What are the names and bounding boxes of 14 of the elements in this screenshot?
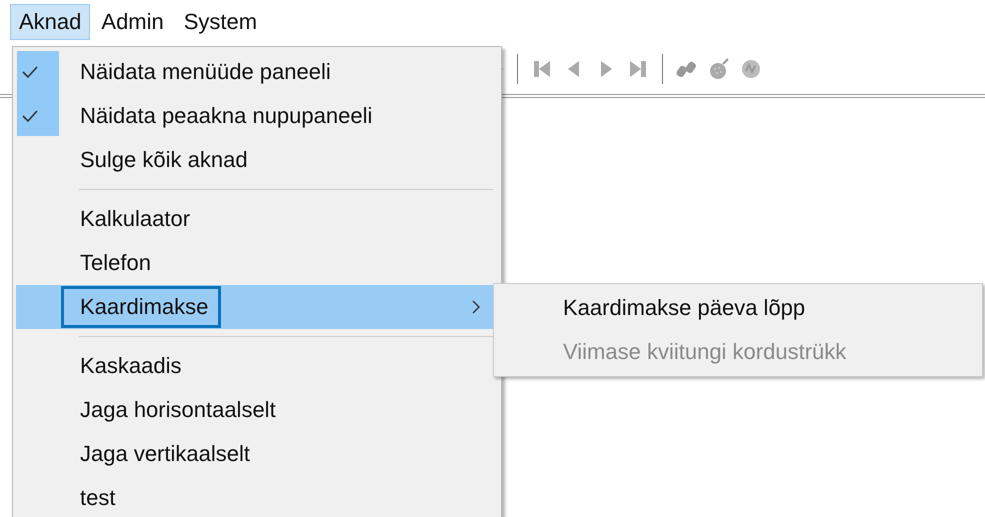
menu-item[interactable]: Sulge kõik aknad (16, 138, 493, 182)
menu-item[interactable]: Jaga horisontaalselt (16, 388, 493, 432)
menu-bar-item[interactable]: System (174, 4, 266, 40)
menu-item[interactable]: test (16, 476, 493, 517)
menu-item[interactable]: Kaardimakse (16, 285, 493, 329)
menu-bar-item[interactable]: Aknad (10, 4, 90, 40)
menu-bar-item[interactable]: Admin (92, 4, 173, 40)
menu-item[interactable]: Näidata menüüde paneeli (16, 50, 493, 94)
menu-item[interactable]: Kaskaadis (16, 344, 493, 388)
menu-item[interactable]: Kalkulaator (16, 197, 493, 241)
menu-item[interactable]: Kaardimakse päeva lõpp (494, 286, 982, 330)
menu-item[interactable]: Näidata peaakna nupupaneeli (16, 94, 493, 138)
menu-item[interactable]: Telefon (16, 241, 493, 285)
menu-item[interactable]: Jaga vertikaalselt (16, 432, 493, 476)
